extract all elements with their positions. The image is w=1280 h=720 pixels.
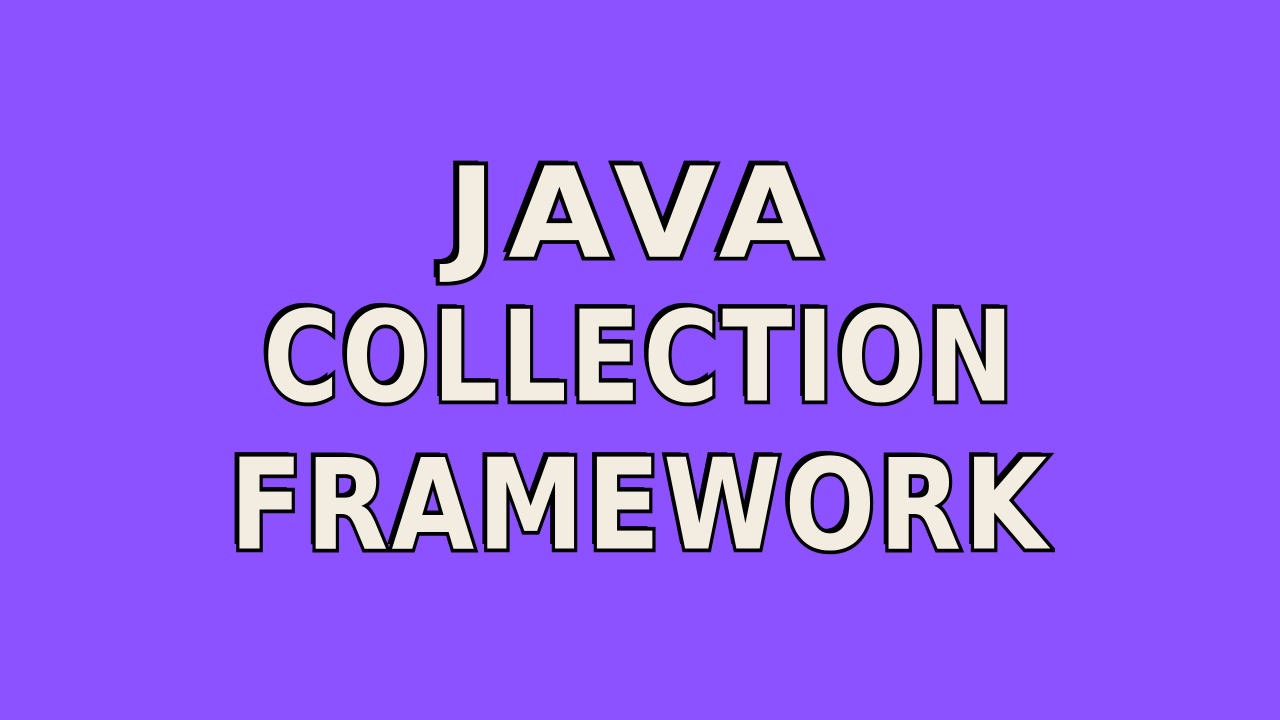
title-line-java: JAVA [443,140,833,288]
title-block: JAVA COLLECTION FRAMEWORK [0,0,1280,720]
title-line-collection: COLLECTION [260,284,1017,432]
title-line-framework: FRAMEWORK [226,432,1051,580]
